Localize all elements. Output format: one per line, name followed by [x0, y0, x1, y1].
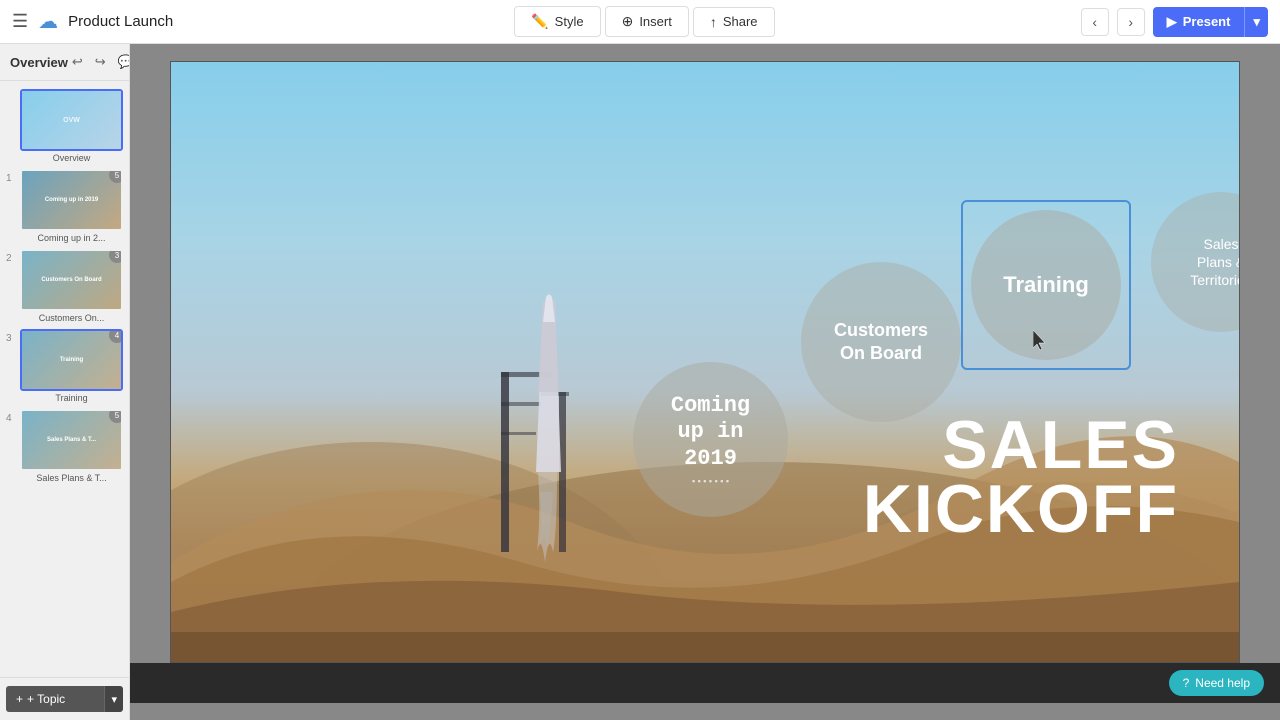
- slides-list: OVW Overview 1 Coming up in 2019 5: [0, 81, 129, 677]
- sales-kickoff-text: SALES KICKOFF: [863, 413, 1179, 542]
- slide-item-3[interactable]: 3 Training 4 Training: [6, 329, 123, 403]
- slide-badge-3: 4: [109, 329, 123, 343]
- undo-button[interactable]: ↩: [68, 52, 87, 72]
- sidebar-title: Overview: [10, 55, 68, 70]
- slide-label-3: Training: [20, 393, 123, 403]
- slide-thumb-4[interactable]: Sales Plans & T... 5: [20, 409, 123, 471]
- slide-number-4: 4: [6, 413, 16, 424]
- slide-item-4[interactable]: 4 Sales Plans & T... 5 Sales Plans & T..…: [6, 409, 123, 483]
- slide-label-4: Sales Plans & T...: [20, 473, 123, 483]
- slide-badge-4: 5: [109, 409, 123, 423]
- plus-icon: +: [16, 692, 23, 706]
- add-topic-bar: + + Topic ▾: [0, 677, 129, 720]
- slide-item-2[interactable]: 2 Customers On Board 3 Customers On...: [6, 249, 123, 323]
- slide-thumb-2[interactable]: Customers On Board 3: [20, 249, 123, 311]
- tagline-line1: SALES: [863, 413, 1179, 478]
- topbar-left: ☰ ☁ Product Launch: [0, 9, 220, 34]
- bubble-customers[interactable]: CustomersOn Board: [801, 262, 961, 422]
- prev-slide-button[interactable]: ‹: [1081, 8, 1109, 36]
- coming-up-subtext: • • • • • • •: [671, 476, 750, 486]
- bubble-training[interactable]: Training: [971, 210, 1121, 360]
- customers-text: CustomersOn Board: [834, 319, 928, 366]
- bubble-coming-up[interactable]: Comingup in2019 • • • • • • •: [633, 362, 788, 517]
- share-icon: ↑: [710, 14, 717, 30]
- slide-thumb-overview[interactable]: OVW: [20, 89, 123, 151]
- play-icon: ▶: [1167, 14, 1177, 30]
- add-topic-button[interactable]: + + Topic: [6, 686, 104, 712]
- training-text: Training: [1003, 272, 1089, 298]
- insert-button[interactable]: ⊕ Insert: [605, 6, 689, 37]
- style-icon: ✏️: [531, 13, 548, 30]
- hamburger-icon[interactable]: ☰: [12, 11, 28, 32]
- help-icon: ?: [1183, 676, 1190, 690]
- slide-thumb-3[interactable]: Training 4: [20, 329, 123, 391]
- style-button[interactable]: ✏️ Style: [514, 6, 600, 37]
- slide-badge-2: 3: [109, 249, 123, 263]
- top-bar: ☰ ☁ Product Launch ✏️ Style ⊕ Insert ↑ S…: [0, 0, 1280, 44]
- canvas-area: Comingup in2019 • • • • • • • CustomersO…: [130, 44, 1280, 720]
- document-title: Product Launch: [68, 13, 173, 30]
- slide-number-3: 3: [6, 333, 16, 344]
- sidebar-header: Overview ↩ ↪ 💬: [0, 44, 129, 81]
- cloud-icon: ☁: [38, 9, 58, 34]
- bubble-training-wrapper[interactable]: Training: [971, 210, 1121, 360]
- slide-item-overview[interactable]: OVW Overview: [6, 89, 123, 163]
- sidebar-header-actions: ↩ ↪ 💬: [68, 52, 130, 72]
- sales-plans-text: SalesPlans &Territories: [1190, 235, 1240, 290]
- slide-number-2: 2: [6, 253, 16, 264]
- main-layout: Overview ↩ ↪ 💬 OVW Overview: [0, 44, 1280, 720]
- slide-canvas[interactable]: Comingup in2019 • • • • • • • CustomersO…: [170, 61, 1240, 663]
- coming-up-text: Comingup in2019: [671, 393, 750, 472]
- slide-label-1: Coming up in 2...: [20, 233, 123, 243]
- share-button[interactable]: ↑ Share: [693, 7, 775, 37]
- need-help-label: Need help: [1195, 676, 1250, 690]
- present-dropdown-arrow[interactable]: ▾: [1244, 7, 1268, 37]
- slide-label-overview: Overview: [20, 153, 123, 163]
- slide-item-1[interactable]: 1 Coming up in 2019 5 Coming up in 2...: [6, 169, 123, 243]
- topbar-center: ✏️ Style ⊕ Insert ↑ Share: [220, 6, 1069, 37]
- bottom-bar: ? Need help: [130, 663, 1280, 703]
- redo-button[interactable]: ↪: [91, 52, 110, 72]
- insert-icon: ⊕: [622, 13, 634, 30]
- slide-thumb-1[interactable]: Coming up in 2019 5: [20, 169, 123, 231]
- tagline-line2: KICKOFF: [863, 477, 1179, 542]
- add-topic-dropdown-button[interactable]: ▾: [104, 686, 123, 712]
- need-help-button[interactable]: ? Need help: [1169, 670, 1264, 696]
- comment-button[interactable]: 💬: [114, 52, 130, 72]
- slide-label-2: Customers On...: [20, 313, 123, 323]
- next-slide-button[interactable]: ›: [1117, 8, 1145, 36]
- slide-badge-1: 5: [109, 169, 123, 183]
- present-label: Present: [1183, 14, 1231, 29]
- rocket-svg: [501, 292, 591, 572]
- topbar-right: ‹ › ▶ Present ▾: [1069, 7, 1280, 37]
- present-button[interactable]: ▶ Present ▾: [1153, 7, 1268, 37]
- slide-number-1: 1: [6, 173, 16, 184]
- sidebar: Overview ↩ ↪ 💬 OVW Overview: [0, 44, 130, 720]
